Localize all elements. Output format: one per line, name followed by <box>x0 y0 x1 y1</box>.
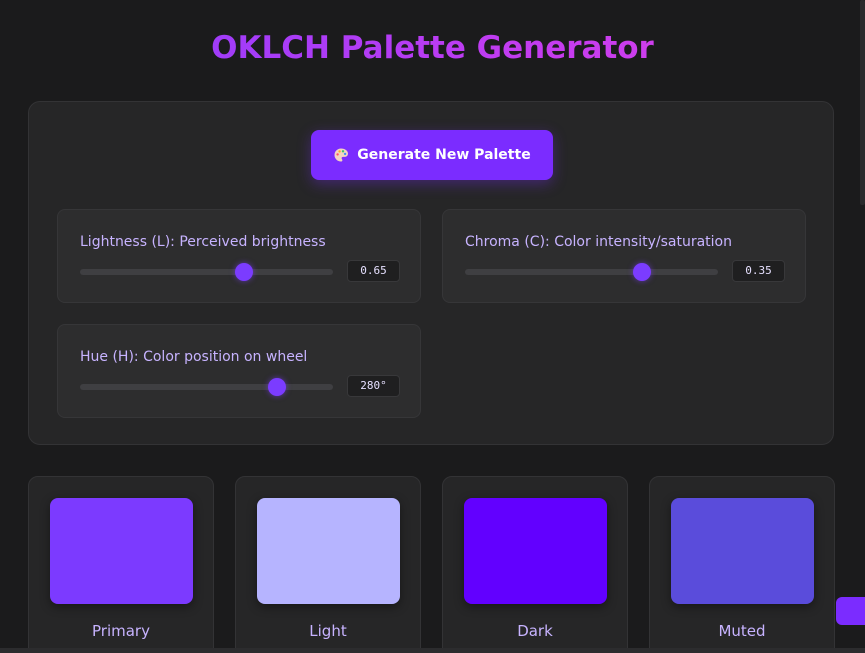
chroma-slider-thumb[interactable] <box>633 263 652 281</box>
swatch-card-muted[interactable]: Muted <box>649 476 835 653</box>
bottom-edge <box>0 648 865 653</box>
hue-label: Hue (H): Color position on wheel <box>80 349 308 365</box>
swatch-color-primary[interactable] <box>50 498 193 604</box>
floating-action-tab[interactable] <box>836 597 865 625</box>
swatch-name: Muted <box>718 622 766 640</box>
lightness-label: Lightness (L): Perceived brightness <box>80 234 326 250</box>
page-title: OKLCH Palette Generator <box>0 30 865 66</box>
swatch-color-dark[interactable] <box>464 498 607 604</box>
swatch-card-primary[interactable]: Primary <box>28 476 214 653</box>
chroma-value: 0.35 <box>732 260 785 282</box>
hue-slider[interactable] <box>80 378 333 396</box>
chroma-control: Chroma (C): Color intensity/saturation 0… <box>442 209 806 303</box>
scrollbar[interactable] <box>860 0 865 205</box>
hue-slider-thumb[interactable] <box>267 378 286 396</box>
swatch-name: Primary <box>92 622 150 640</box>
lightness-control: Lightness (L): Perceived brightness 0.65 <box>57 209 421 303</box>
chroma-slider[interactable] <box>465 263 718 281</box>
palette-icon <box>333 147 349 163</box>
app-page: OKLCH Palette Generator Generate New Pal… <box>0 0 865 653</box>
controls-panel: Generate New Palette Lightness (L): Perc… <box>28 101 834 445</box>
lightness-slider-thumb[interactable] <box>235 263 254 281</box>
hue-control: Hue (H): Color position on wheel 280° <box>57 324 421 418</box>
swatch-name: Light <box>309 622 347 640</box>
swatch-card-light[interactable]: Light <box>235 476 421 653</box>
generate-palette-button[interactable]: Generate New Palette <box>311 130 553 180</box>
hue-value: 280° <box>347 375 400 397</box>
swatch-card-dark[interactable]: Dark <box>442 476 628 653</box>
chroma-label: Chroma (C): Color intensity/saturation <box>465 234 732 250</box>
swatch-color-muted[interactable] <box>671 498 814 604</box>
generate-button-label: Generate New Palette <box>357 147 531 163</box>
lightness-value: 0.65 <box>347 260 400 282</box>
swatch-name: Dark <box>517 622 553 640</box>
swatch-color-light[interactable] <box>257 498 400 604</box>
lightness-slider[interactable] <box>80 263 333 281</box>
